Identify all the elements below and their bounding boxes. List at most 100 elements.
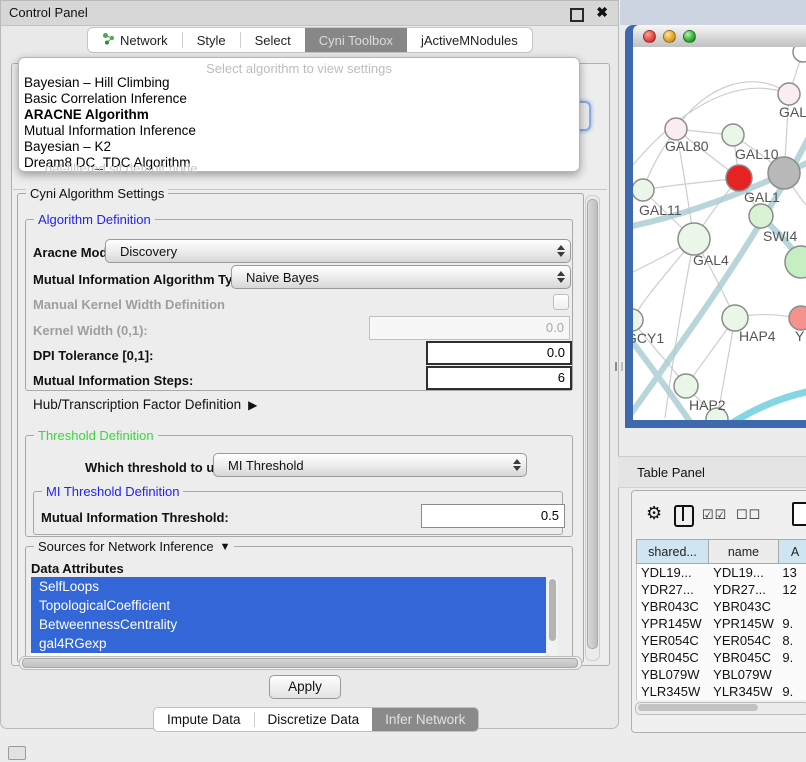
list-item[interactable]: BetweennessCentrality: [31, 615, 546, 634]
tab-cyni-toolbox[interactable]: Cyni Toolbox: [305, 28, 407, 52]
scrollbar-thumb[interactable]: [22, 658, 578, 668]
network-node[interactable]: [674, 374, 698, 398]
aracne-mode-combo[interactable]: Discovery: [105, 239, 571, 263]
kernel-width-input[interactable]: 0.0: [369, 316, 570, 340]
node-table: shared... name A YDL19...YDL19...13 YDR2…: [636, 539, 806, 700]
tab-infer-network[interactable]: Infer Network: [372, 708, 478, 731]
network-window: GAL GAL80 GAL10 GAL1 GAL11 SWI4 GAL4 GCY…: [633, 25, 806, 420]
network-node[interactable]: [633, 179, 654, 201]
network-node[interactable]: [778, 83, 800, 105]
table-row[interactable]: YBR045CYBR045C9.: [637, 649, 806, 666]
sources-legend-row[interactable]: Sources for Network Inference ▼: [34, 539, 234, 554]
columns-icon[interactable]: [674, 505, 694, 527]
menu-item[interactable]: Basic Correlation Inference: [19, 91, 584, 107]
table-horizontal-scrollbar[interactable]: [635, 702, 806, 715]
dpi-tolerance-label: DPI Tolerance [0,1]:: [33, 348, 153, 363]
mi-steps-input[interactable]: 6: [426, 366, 572, 390]
tab-impute-data[interactable]: Impute Data: [154, 708, 254, 731]
mi-steps-label: Mutual Information Steps:: [33, 373, 193, 388]
node-label: GCY1: [633, 330, 664, 346]
settings-horizontal-scrollbar[interactable]: [19, 656, 582, 670]
scrollbar-thumb[interactable]: [549, 579, 556, 641]
table-row[interactable]: YDR27...YDR27...12: [637, 581, 806, 598]
menu-item[interactable]: Mutual Information Inference: [19, 123, 584, 139]
close-traffic-light[interactable]: [643, 30, 656, 43]
network-node[interactable]: [789, 306, 806, 330]
settings-vertical-scrollbar[interactable]: [585, 195, 600, 661]
network-window-titlebar[interactable]: [633, 25, 806, 48]
collapsed-panel-button[interactable]: [8, 746, 26, 760]
mi-type-combo[interactable]: Naive Bayes: [231, 265, 571, 289]
menu-item-selected[interactable]: ARACNE Algorithm: [19, 107, 584, 123]
panel-splitter[interactable]: [615, 362, 623, 371]
node-label: GAL4: [693, 252, 729, 268]
mi-threshold-legend: MI Threshold Definition: [42, 484, 183, 499]
node-label: Y: [795, 328, 805, 344]
network-node[interactable]: [785, 246, 806, 278]
network-node[interactable]: [678, 223, 710, 255]
zoom-traffic-light[interactable]: [683, 30, 696, 43]
network-node[interactable]: [665, 118, 687, 140]
node-label: HAP2: [689, 397, 726, 413]
list-item[interactable]: gal4RGexp: [31, 634, 546, 653]
column-header[interactable]: name: [709, 539, 779, 564]
tab-discretize-data[interactable]: Discretize Data: [255, 708, 373, 731]
mi-type-label: Mutual Information Algorithm Type:: [33, 272, 252, 287]
tab-jactivemnodules[interactable]: jActiveMNodules: [407, 28, 532, 52]
export-table-icon[interactable]: [792, 502, 806, 526]
table-row[interactable]: YPR145WYPR145W9.: [637, 615, 806, 632]
tab-style[interactable]: Style: [183, 28, 240, 52]
menu-item[interactable]: Bayesian – K2: [19, 139, 584, 155]
minimize-traffic-light[interactable]: [663, 30, 676, 43]
network-node[interactable]: [749, 204, 773, 228]
table-row[interactable]: YBL079WYBL079W: [637, 666, 806, 683]
algorithm-definition-legend: Algorithm Definition: [34, 212, 155, 227]
table-row[interactable]: YLR345WYLR345W9.: [637, 683, 806, 700]
hub-definition-label: Hub/Transcription Factor Definition: [33, 397, 241, 412]
list-item[interactable]: SelfLoops: [31, 577, 546, 596]
expand-right-icon[interactable]: ▶: [248, 398, 257, 412]
scrollbar-thumb[interactable]: [638, 704, 758, 711]
gear-icon[interactable]: ⚙: [646, 503, 662, 524]
network-node[interactable]: [793, 47, 806, 62]
node-label: GAL80: [665, 138, 709, 154]
which-threshold-combo[interactable]: MI Threshold: [213, 453, 527, 477]
list-item[interactable]: TopologicalCoefficient: [31, 596, 546, 615]
network-canvas[interactable]: GAL GAL80 GAL10 GAL1 GAL11 SWI4 GAL4 GCY…: [633, 47, 806, 420]
table-panel: ⚙ ☑☑ ☐☐ shared... name A YDL19...YDL19..…: [631, 490, 806, 733]
mi-threshold-input[interactable]: 0.5: [421, 504, 565, 528]
node-label: GAL11: [639, 202, 682, 218]
kernel-width-label: Kernel Width (0,1):: [33, 323, 148, 338]
dpi-tolerance-input[interactable]: 0.0: [426, 341, 572, 365]
network-icon: [102, 32, 115, 48]
tab-network[interactable]: Network: [88, 28, 182, 52]
column-header[interactable]: shared...: [636, 539, 709, 564]
select-all-checkboxes-icon[interactable]: ☑☑: [702, 507, 727, 523]
network-cyan-edge: [729, 391, 806, 420]
combo-arrows-icon: [552, 245, 570, 257]
attribute-list-scrollbar[interactable]: [547, 577, 558, 656]
scrollbar-thumb[interactable]: [587, 199, 598, 649]
table-row[interactable]: YBR043CYBR043C: [637, 598, 806, 615]
apply-button[interactable]: Apply: [269, 675, 341, 699]
right-top-strip: [620, 0, 806, 25]
column-header[interactable]: A: [779, 539, 806, 564]
manual-kernel-checkbox[interactable]: [553, 294, 569, 310]
manual-kernel-label: Manual Kernel Width Definition: [33, 297, 225, 312]
menu-item[interactable]: Bayesian – Hill Climbing: [19, 75, 584, 91]
tab-select[interactable]: Select: [241, 28, 305, 52]
table-row[interactable]: YDL19...YDL19...13: [637, 564, 806, 581]
collapse-down-icon[interactable]: ▼: [220, 541, 231, 553]
hub-definition-row[interactable]: Hub/Transcription Factor Definition ▶: [33, 397, 257, 412]
network-node-gal1[interactable]: [726, 165, 752, 191]
mi-threshold-label: Mutual Information Threshold:: [41, 510, 229, 525]
close-icon[interactable]: ✖: [596, 4, 608, 21]
deselect-all-checkboxes-icon[interactable]: ☐☐: [736, 507, 761, 523]
table-row[interactable]: YER054CYER054C8.: [637, 632, 806, 649]
network-node[interactable]: [722, 124, 744, 146]
network-node[interactable]: [633, 309, 643, 331]
table-panel-bar: Table Panel: [618, 456, 806, 488]
node-label: GAL: [779, 104, 806, 120]
control-panel-titlebar: Control Panel ✖: [1, 1, 618, 26]
float-icon[interactable]: [570, 8, 584, 22]
